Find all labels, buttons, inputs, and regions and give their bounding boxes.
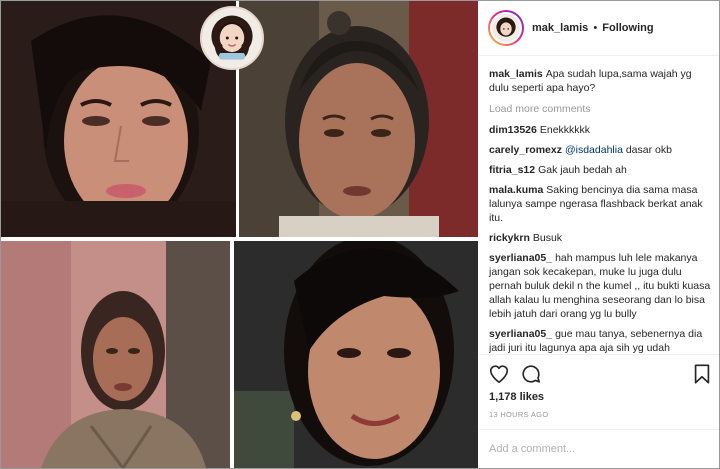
- comment-item: syerliana05_ hah mampus luh lele makanya …: [489, 251, 711, 321]
- cartoon-woman-icon: [211, 15, 253, 60]
- load-more-comments-link[interactable]: Load more comments: [489, 102, 711, 116]
- post-timestamp[interactable]: 13 HOURS AGO: [489, 410, 548, 419]
- comment-icon: [522, 365, 541, 383]
- post-details-panel: mak_lamis • Following mak_lamis Apa sudah…: [479, 1, 719, 468]
- comment-item: mala.kuma Saking bencinya dia sama masa l…: [489, 183, 711, 225]
- post-username[interactable]: mak_lamis: [532, 22, 588, 34]
- comment-text: Gak jauh bedah ah: [538, 164, 627, 176]
- photo-top-right: [239, 1, 478, 237]
- comment-item: syerliana05_ gue mau tanya, sebenernya di…: [489, 327, 711, 355]
- comment-username[interactable]: fitria_s12: [489, 164, 535, 176]
- save-button[interactable]: [691, 363, 713, 385]
- caption-username[interactable]: mak_lamis: [489, 68, 543, 80]
- post-header-text: mak_lamis • Following: [532, 22, 654, 34]
- post-header: mak_lamis • Following: [479, 1, 719, 56]
- post-image[interactable]: [1, 1, 478, 468]
- photo-bottom-left: [1, 241, 230, 468]
- avatar-image: [490, 12, 522, 44]
- comment-text: Busuk: [532, 232, 563, 244]
- divider: [479, 429, 719, 430]
- comment-item: fitria_s12 Gak jauh bedah ah: [489, 163, 711, 177]
- comment-item: dim13526 Enekkkkkk: [489, 123, 711, 137]
- comments-list: mak_lamis Apa sudah lupa,sama wajah yg du…: [489, 67, 711, 361]
- cartoon-woman-icon: [492, 14, 520, 42]
- comment-text: dasar okb: [625, 144, 672, 156]
- bookmark-icon: [694, 364, 710, 384]
- divider: [479, 354, 719, 355]
- photo-bottom-right: [234, 241, 478, 468]
- comment-item: carely_romexz @isdadahlia dasar okb: [489, 143, 711, 157]
- collage-divider-vertical-bottom: [230, 241, 234, 468]
- comment-button[interactable]: [520, 363, 542, 385]
- post-actions: [488, 363, 713, 385]
- avatar[interactable]: [488, 10, 524, 46]
- collage-divider-horizontal: [1, 237, 478, 241]
- caption: mak_lamis Apa sudah lupa,sama wajah yg du…: [489, 67, 711, 95]
- comment-username[interactable]: syerliana05_: [489, 252, 552, 264]
- comment-item: rickykrn Busuk: [489, 231, 711, 245]
- watermark-logo: [200, 6, 264, 70]
- like-button[interactable]: [488, 363, 510, 385]
- comment-username[interactable]: dim13526: [489, 124, 537, 136]
- add-comment-input[interactable]: Add a comment...: [489, 443, 575, 455]
- heart-icon: [489, 365, 509, 384]
- comment-username[interactable]: syerliana05_: [489, 328, 552, 340]
- comment-mention-link[interactable]: @isdadahlia: [565, 144, 623, 156]
- comment-text: Enekkkkkk: [539, 124, 591, 136]
- header-separator: •: [593, 22, 598, 34]
- likes-count[interactable]: 1,178 likes: [489, 391, 544, 403]
- comment-username[interactable]: mala.kuma: [489, 184, 543, 196]
- following-button[interactable]: Following: [602, 22, 653, 34]
- comment-username[interactable]: carely_romexz: [489, 144, 562, 156]
- comment-username[interactable]: rickykrn: [489, 232, 530, 244]
